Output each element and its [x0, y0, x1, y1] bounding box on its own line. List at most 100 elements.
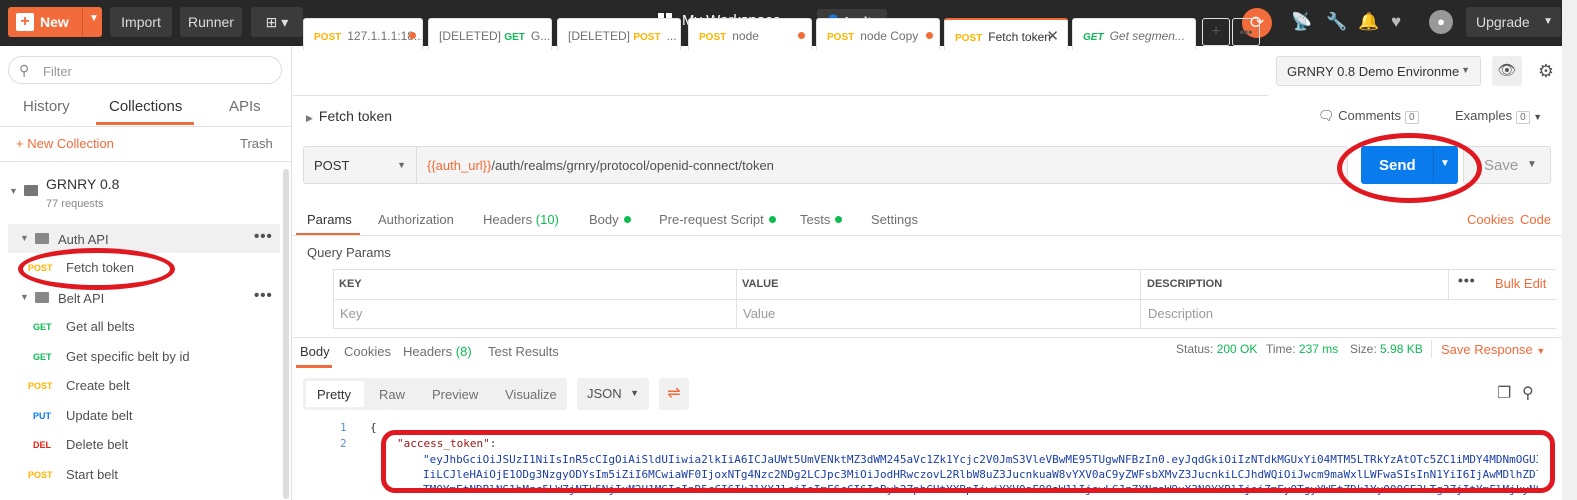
window-scrollbar[interactable] — [1562, 0, 1577, 500]
chevron-down-icon[interactable]: ▼ — [20, 233, 29, 243]
tab-label: Fetch token — [988, 30, 1051, 44]
new-window-button[interactable]: ⊞ ▾ — [251, 7, 303, 37]
tab-label: Headers — [403, 344, 453, 359]
tab-label: Get segmen... — [1109, 29, 1185, 43]
method-value: POST — [314, 158, 350, 173]
tab-label: G... — [530, 29, 551, 43]
tab-label: Pre-request Script — [659, 212, 764, 227]
unsaved-dot — [798, 32, 805, 39]
code-link[interactable]: Code — [1520, 212, 1551, 227]
method-badge: POST — [633, 32, 661, 43]
chevron-down-icon[interactable]: ▼ — [89, 13, 99, 24]
request-tabs-bar — [293, 46, 1268, 96]
wrap-lines-icon[interactable]: ⇌ — [659, 378, 689, 410]
tab-prerequest-script[interactable]: Pre-request Script — [659, 212, 776, 227]
comments-button[interactable]: 🗨 Comments 0 — [1318, 108, 1419, 124]
eye-icon[interactable]: 👁 — [1492, 56, 1522, 86]
more-tabs-button[interactable]: ••• — [1232, 18, 1260, 46]
response-tab-cookies[interactable]: Cookies — [344, 344, 391, 359]
request-tab[interactable]: [DELETED] POST... — [557, 18, 681, 50]
heart-icon[interactable]: ♥ — [1391, 12, 1401, 32]
bulk-edit-link[interactable]: Bulk Edit — [1495, 276, 1546, 291]
more-icon[interactable]: ••• — [1458, 272, 1476, 288]
chevron-down-icon[interactable]: ▼ — [1440, 158, 1450, 169]
save-button[interactable]: Save ▼ — [1463, 146, 1551, 184]
request-name: Delete belt — [66, 437, 129, 452]
response-tab-headers[interactable]: Headers (8) — [403, 344, 472, 359]
tab-collections[interactable]: Collections — [109, 98, 182, 115]
close-icon[interactable]: ✕ — [1046, 27, 1059, 45]
copy-icon[interactable]: ❐ — [1497, 383, 1511, 403]
more-icon[interactable]: ••• — [254, 287, 273, 304]
new-collection-button[interactable]: + New Collection — [16, 136, 114, 151]
format-raw[interactable]: Raw — [379, 387, 405, 402]
format-visualize[interactable]: Visualize — [505, 387, 557, 402]
method-select[interactable]: POST ▼ — [304, 147, 417, 183]
request-tab[interactable]: [DELETED] GET G... — [428, 18, 552, 50]
tab-apis[interactable]: APIs — [229, 98, 261, 115]
send-button[interactable]: Send ▼ — [1361, 146, 1458, 184]
sidebar-scrollbar[interactable] — [283, 169, 289, 499]
request-tab-active[interactable]: POST Fetch token ✕ — [944, 18, 1068, 50]
add-tab-button[interactable]: + — [1202, 18, 1230, 46]
more-icon[interactable]: ••• — [254, 228, 273, 245]
comments-count: 0 — [1405, 111, 1419, 124]
key-input[interactable]: Key — [340, 306, 362, 321]
avatar[interactable]: ● — [1429, 10, 1453, 34]
tab-authorization[interactable]: Authorization — [378, 212, 454, 227]
search-icon[interactable]: ⚲ — [1522, 383, 1534, 403]
tab-settings[interactable]: Settings — [871, 212, 918, 227]
format-preview[interactable]: Preview — [432, 387, 478, 402]
method-badge: PUT — [33, 411, 51, 421]
trash-button[interactable]: Trash — [240, 136, 273, 151]
gear-icon[interactable]: ⚙ — [1533, 56, 1559, 86]
request-tab[interactable]: POST node Copy — [816, 18, 940, 50]
upgrade-button[interactable]: Upgrade ▼ — [1466, 7, 1561, 37]
request-name-header[interactable]: ▶ Fetch token — [306, 108, 392, 124]
request-tab[interactable]: POST 127.1.1.1:18... — [303, 18, 423, 50]
cookies-link[interactable]: Cookies — [1467, 212, 1514, 227]
response-tab-body[interactable]: Body — [300, 344, 330, 359]
request-item[interactable]: PUT Update belt — [0, 401, 280, 430]
send-label: Send — [1379, 157, 1416, 174]
examples-button[interactable]: Examples 0 ▼ — [1455, 108, 1542, 124]
request-name: Create belt — [66, 378, 130, 393]
time-readout: Time: 237 ms — [1266, 342, 1338, 356]
language-select[interactable]: JSON ▼ — [577, 378, 649, 410]
request-item[interactable]: POST Create belt — [0, 371, 280, 400]
active-tab-indicator — [296, 365, 332, 368]
tab-headers[interactable]: Headers (10) — [483, 212, 559, 227]
request-tab[interactable]: GET Get segmen... — [1072, 18, 1196, 50]
wrench-icon[interactable]: 🔧 — [1326, 12, 1347, 32]
chevron-down-icon[interactable]: ▼ — [20, 292, 29, 302]
value-input[interactable]: Value — [743, 306, 775, 321]
request-tab[interactable]: POST node — [688, 18, 812, 50]
new-button[interactable]: + New ▼ — [8, 7, 102, 37]
request-item[interactable]: GET Get specific belt by id — [0, 342, 280, 371]
url-input[interactable]: {{auth_url}}/auth/realms/grnry/protocol/… — [427, 158, 774, 173]
description-input[interactable]: Description — [1148, 306, 1213, 321]
request-item[interactable]: DEL Delete belt — [0, 430, 280, 459]
import-button[interactable]: Import — [110, 7, 172, 37]
request-item[interactable]: POST Start belt — [0, 460, 280, 489]
request-item[interactable]: GET Get all belts — [0, 312, 280, 341]
tab-params[interactable]: Params — [307, 212, 352, 227]
request-item[interactable]: POST Fetch token — [0, 253, 280, 282]
tab-tests[interactable]: Tests — [800, 212, 843, 227]
chevron-down-icon[interactable]: ▼ — [1527, 159, 1537, 170]
collection-item[interactable]: ▼ GRNRY 0.8 77 requests — [0, 164, 292, 214]
response-tab-test-results[interactable]: Test Results — [488, 344, 559, 359]
chevron-down-icon[interactable]: ▼ — [9, 186, 18, 196]
tab-body[interactable]: Body — [589, 212, 631, 227]
format-pretty[interactable]: Pretty — [317, 387, 351, 402]
folder-belt-api[interactable]: ▼ Belt API ••• — [0, 283, 280, 312]
bell-icon[interactable]: 🔔 — [1358, 12, 1379, 32]
save-response-button[interactable]: Save Response ▼ — [1441, 342, 1545, 357]
folder-auth-api[interactable]: ▼ Auth API ••• — [8, 224, 280, 253]
folder-icon — [35, 292, 49, 303]
satellite-icon[interactable]: 📡 — [1291, 12, 1312, 32]
runner-button[interactable]: Runner — [180, 7, 242, 37]
tab-history[interactable]: History — [23, 98, 70, 115]
environment-selector[interactable]: GRNRY 0.8 Demo Environme ▼ — [1276, 56, 1481, 86]
filter-input[interactable]: ⚲ Filter — [8, 56, 282, 84]
